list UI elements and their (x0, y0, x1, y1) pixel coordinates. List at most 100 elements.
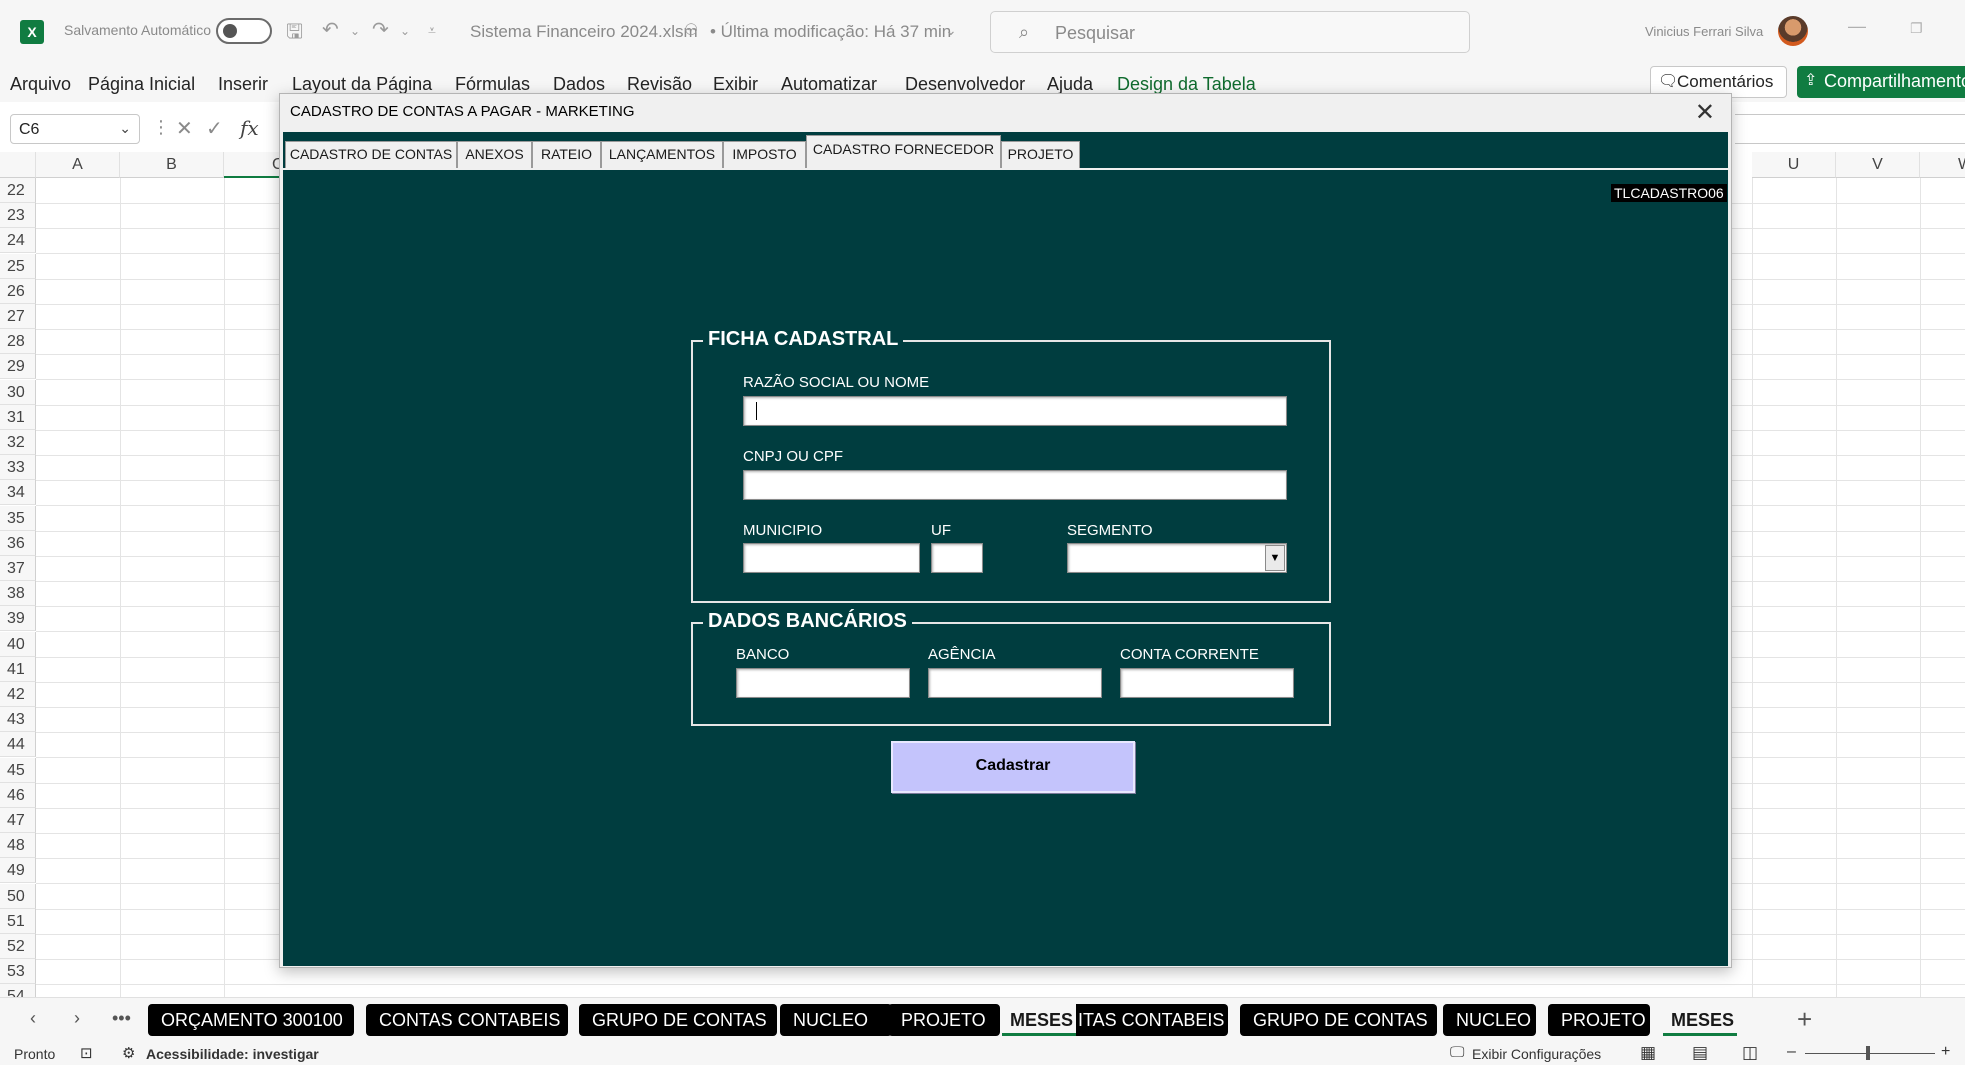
page-layout-view-icon[interactable]: ▤ (1692, 1043, 1708, 1063)
menu-desenvolvedor[interactable]: Desenvolvedor (905, 74, 1025, 95)
sheet-tab-nucleo[interactable]: NUCLEO (780, 1004, 892, 1036)
enter-icon[interactable]: ✓ (206, 116, 223, 141)
display-settings[interactable]: Exibir Configurações (1472, 1046, 1601, 1062)
row-header[interactable]: 22 (0, 178, 36, 203)
column-header-w[interactable]: W (1920, 152, 1965, 178)
dropdown-arrow-icon[interactable]: ▼ (1265, 545, 1285, 571)
sheet-tab-grupo-de-contas[interactable]: GRUPO DE CONTAS (579, 1004, 777, 1036)
tab-rateio[interactable]: RATEIO (532, 141, 601, 168)
tab-imposto[interactable]: IMPOSTO (723, 141, 806, 168)
sheet-tab-contas-contabeis[interactable]: CONTAS CONTABEIS (366, 1004, 568, 1036)
row-header[interactable]: 43 (0, 707, 36, 733)
column-header-u[interactable]: U (1752, 152, 1836, 178)
row-header[interactable]: 35 (0, 505, 36, 531)
accessibility-status[interactable]: Acessibilidade: investigar (146, 1046, 319, 1062)
row-header[interactable]: 38 (0, 581, 36, 607)
more-options-icon[interactable]: ⋮ (152, 117, 170, 138)
row-header[interactable]: 30 (0, 379, 36, 405)
menu-formulas[interactable]: Fórmulas (455, 74, 530, 95)
menu-dados[interactable]: Dados (553, 74, 605, 95)
last-modified[interactable]: • Última modificação: Há 37 min (710, 22, 951, 42)
search-input[interactable]: ⌕ Pesquisar (990, 11, 1470, 53)
add-sheet-icon[interactable]: + (1797, 1004, 1812, 1035)
chevron-down-icon[interactable]: ⌄ (945, 22, 957, 39)
row-header[interactable]: 49 (0, 858, 36, 884)
sheet-tab-orcamento[interactable]: ORÇAMENTO 300100 (148, 1004, 354, 1036)
zoom-out-icon[interactable]: – (1787, 1043, 1796, 1061)
row-header[interactable]: 47 (0, 808, 36, 833)
more-sheets-icon[interactable]: ••• (112, 1008, 131, 1029)
row-header[interactable]: 39 (0, 606, 36, 632)
row-header[interactable]: 31 (0, 404, 36, 430)
sheet-tab-nucleo-2[interactable]: NUCLEO (1443, 1004, 1536, 1036)
share-button[interactable]: ⇪ Compartilhamento (1797, 66, 1965, 98)
row-header[interactable]: 27 (0, 304, 36, 329)
row-header[interactable]: 44 (0, 732, 36, 758)
redo-dropdown-icon[interactable]: ⌄ (400, 24, 410, 38)
menu-pagina-inicial[interactable]: Página Inicial (88, 74, 195, 95)
menu-automatizar[interactable]: Automatizar (781, 74, 877, 95)
menu-revisao[interactable]: Revisão (627, 74, 692, 95)
zoom-slider-track[interactable] (1805, 1053, 1935, 1054)
row-header[interactable]: 33 (0, 455, 36, 481)
agencia-input[interactable] (928, 668, 1102, 698)
row-header[interactable]: 41 (0, 656, 36, 682)
column-header-v[interactable]: V (1836, 152, 1920, 178)
file-name[interactable]: Sistema Financeiro 2024.xlsm (470, 22, 698, 42)
row-header[interactable]: 37 (0, 556, 36, 581)
sheet-tab-projeto[interactable]: PROJETO (888, 1004, 1000, 1036)
normal-view-icon[interactable]: ▦ (1640, 1043, 1656, 1063)
undo-dropdown-icon[interactable]: ⌄ (350, 24, 360, 38)
avatar[interactable] (1778, 16, 1808, 46)
row-header[interactable]: 26 (0, 278, 36, 304)
sheet-tab-meses-2[interactable]: MESES (1663, 1004, 1737, 1036)
row-header[interactable]: 54 (0, 984, 36, 997)
zoom-slider-thumb[interactable] (1866, 1046, 1870, 1060)
row-header[interactable]: 40 (0, 631, 36, 657)
scroll-right-icon[interactable]: › (74, 1008, 80, 1029)
cnpj-cpf-input[interactable] (743, 470, 1287, 500)
scroll-left-icon[interactable]: ‹ (30, 1008, 36, 1029)
zoom-in-icon[interactable]: + (1941, 1043, 1950, 1061)
row-header[interactable]: 25 (0, 253, 36, 279)
row-header[interactable]: 32 (0, 430, 36, 455)
uf-input[interactable] (931, 543, 983, 573)
column-header-b[interactable]: B (120, 152, 224, 178)
save-icon[interactable]: 🖫 (286, 17, 303, 51)
tab-cadastro-fornecedor[interactable]: CADASTRO FORNECEDOR (806, 135, 1001, 168)
row-header[interactable]: 52 (0, 934, 36, 959)
row-header[interactable]: 28 (0, 329, 36, 355)
row-header[interactable]: 34 (0, 480, 36, 506)
row-header[interactable]: 46 (0, 782, 36, 808)
segmento-combobox[interactable]: ▼ (1067, 543, 1287, 573)
row-header[interactable]: 36 (0, 530, 36, 556)
menu-inserir[interactable]: Inserir (218, 74, 268, 95)
name-box[interactable]: C6 ⌄ (10, 114, 140, 144)
tab-cadastro-de-contas[interactable]: CADASTRO DE CONTAS (285, 141, 457, 168)
razao-social-input[interactable] (743, 396, 1287, 426)
row-header[interactable]: 53 (0, 959, 36, 985)
tab-projeto[interactable]: PROJETO (1001, 141, 1080, 168)
close-icon[interactable]: ✕ (1695, 98, 1715, 127)
row-header[interactable]: 29 (0, 354, 36, 380)
row-header[interactable]: 24 (0, 228, 36, 254)
menu-exibir[interactable]: Exibir (713, 74, 758, 95)
menu-arquivo[interactable]: Arquivo (10, 74, 71, 95)
menu-design-da-tabela[interactable]: Design da Tabela (1117, 74, 1256, 95)
sheet-tab-grupo-de-contas-2[interactable]: GRUPO DE CONTAS (1240, 1004, 1437, 1036)
select-all-corner[interactable] (0, 152, 36, 178)
row-header[interactable]: 23 (0, 203, 36, 229)
customize-toolbar-icon[interactable]: ⩡ (428, 22, 436, 39)
menu-layout-da-pagina[interactable]: Layout da Página (292, 74, 432, 95)
autosave-toggle[interactable] (216, 18, 272, 44)
row-header[interactable]: 45 (0, 757, 36, 783)
tab-lancamentos[interactable]: LANÇAMENTOS (601, 141, 723, 168)
column-header-a[interactable]: A (36, 152, 120, 178)
conta-corrente-input[interactable] (1120, 668, 1294, 698)
row-header[interactable]: 42 (0, 682, 36, 707)
row-header[interactable]: 51 (0, 908, 36, 934)
redo-icon[interactable]: ↷ (372, 17, 389, 42)
municipio-input[interactable] (743, 543, 920, 573)
macro-record-icon[interactable]: ⊡ (80, 1044, 93, 1062)
tab-anexos[interactable]: ANEXOS (457, 141, 532, 168)
